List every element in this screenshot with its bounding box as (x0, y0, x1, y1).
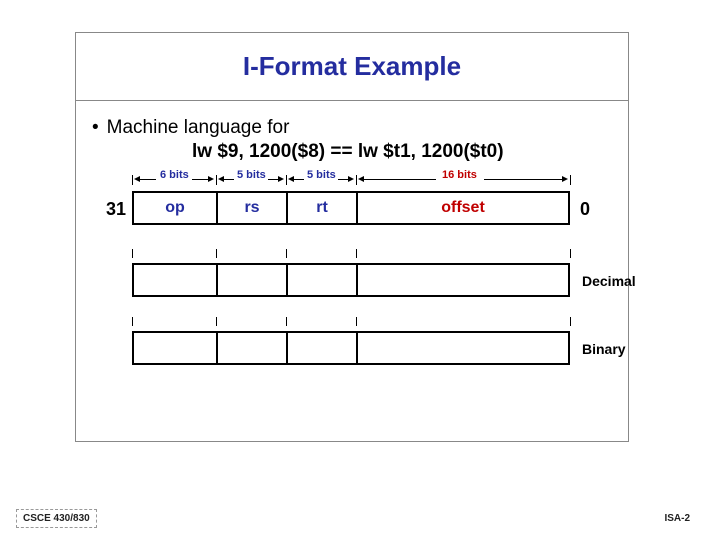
binary-label: Binary (582, 341, 626, 357)
binary-rs (216, 331, 288, 365)
title-box: I-Format Example (76, 33, 628, 101)
bullet-text: Machine language for (107, 117, 290, 139)
bullet-line: • Machine language for (92, 117, 289, 139)
slide-frame: I-Format Example • Machine language for … (75, 32, 629, 442)
instruction-line: lw $9, 1200($8) == lw $t1, 1200($t0) (192, 141, 504, 163)
bits-label-offset: 16 bits (442, 169, 477, 181)
tick-marks-1 (132, 249, 572, 261)
bits-label-rs: 5 bits (237, 169, 266, 181)
bit-lo-label: 0 (580, 199, 590, 220)
bits-label-op: 6 bits (160, 169, 189, 181)
decimal-op (132, 263, 218, 297)
binary-offset (356, 331, 570, 365)
field-rs: rs (216, 191, 288, 225)
footer-course-code: CSCE 430/830 (16, 509, 97, 528)
field-rt: rt (286, 191, 358, 225)
decimal-rt (286, 263, 358, 297)
binary-op (132, 331, 218, 365)
binary-rt (286, 331, 358, 365)
decimal-rs (216, 263, 288, 297)
footer-slide-id: ISA-2 (664, 513, 690, 524)
field-op: op (132, 191, 218, 225)
bit-width-spec: 6 bits 5 bits 5 bits 16 bits (132, 173, 572, 187)
bit-hi-label: 31 (102, 199, 130, 220)
bits-label-rt: 5 bits (307, 169, 336, 181)
tick-marks-2 (132, 317, 572, 329)
bullet-dot-icon: • (92, 117, 99, 139)
decimal-offset (356, 263, 570, 297)
page-title: I-Format Example (243, 51, 461, 82)
field-offset: offset (356, 191, 570, 225)
decimal-label: Decimal (582, 273, 636, 289)
